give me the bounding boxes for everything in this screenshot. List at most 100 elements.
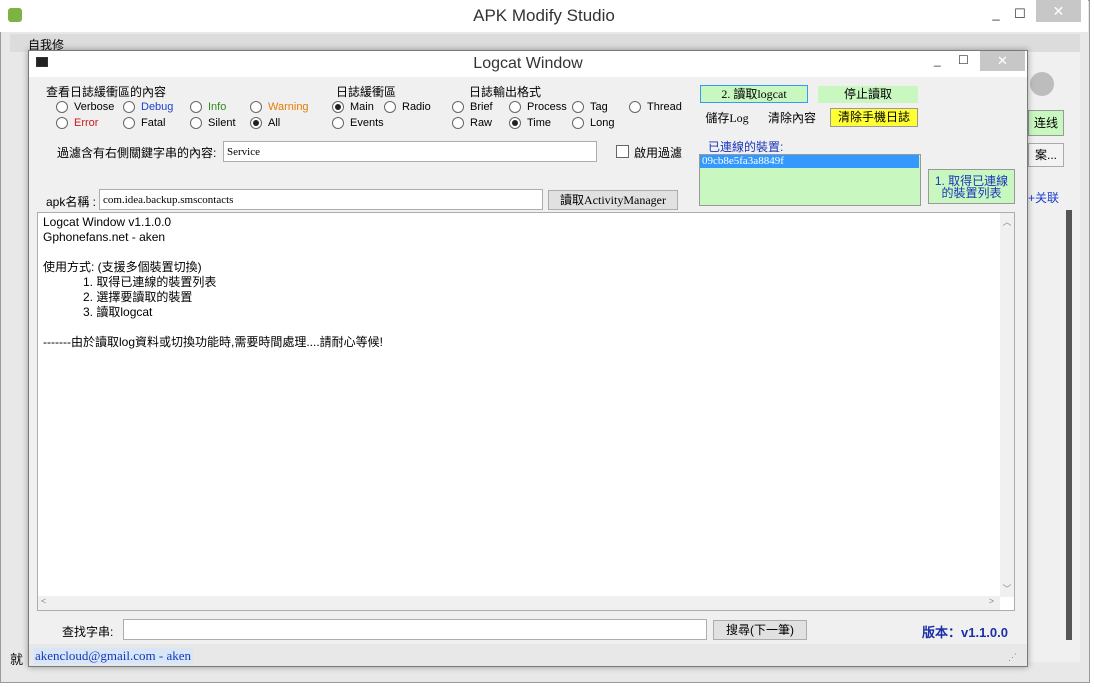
format-group-title: 日誌輸出格式 <box>469 85 542 99</box>
log-line: 1. 取得已連線的裝置列表 <box>43 275 217 289</box>
radio-button-icon[interactable] <box>629 101 641 114</box>
log-line: 2. 選擇要讀取的裝置 <box>43 290 193 304</box>
log-horizontal-scrollbar[interactable]: < > <box>38 596 1000 610</box>
stop-read-button[interactable]: 停止讀取 <box>818 86 918 103</box>
radio-button-icon[interactable] <box>509 101 521 114</box>
log-line: Logcat Window v1.1.0.0 <box>43 215 172 229</box>
fm-opts-option-process[interactable]: Process <box>509 101 567 114</box>
bc-opts-option-all[interactable]: All <box>250 117 281 130</box>
bc-opts-option-debug[interactable]: Debug <box>123 101 174 114</box>
radio-label: Main <box>350 101 374 114</box>
read-logcat-button[interactable]: 2. 讀取logcat <box>700 85 808 103</box>
radio-button-icon[interactable] <box>190 117 202 130</box>
outer-close-button[interactable]: ✕ <box>1036 0 1081 22</box>
bc-opts-option-fatal[interactable]: Fatal <box>123 117 165 130</box>
bf-opts-option-main[interactable]: Main <box>332 101 374 114</box>
scroll-up-arrow-icon[interactable]: ︿ <box>1000 215 1014 228</box>
radio-label: Error <box>74 117 99 130</box>
radio-button-icon[interactable] <box>452 117 464 130</box>
radio-label: All <box>268 117 281 130</box>
fm-opts-option-time[interactable]: Time <box>509 117 552 130</box>
radio-label: Time <box>527 117 552 130</box>
bc-opts-option-error[interactable]: Error <box>56 117 99 130</box>
buffer-group-title: 日誌緩衝區 <box>336 85 397 99</box>
refresh-icon[interactable] <box>1030 72 1054 96</box>
radio-label: Brief <box>470 101 493 114</box>
search-input[interactable] <box>123 619 707 640</box>
outer-minimize-button[interactable]: _ <box>988 6 1004 22</box>
bc-opts-option-warning[interactable]: Warning <box>250 101 309 114</box>
log-line: -------由於讀取log資料或切換功能時,需要時間處理....請耐心等候! <box>43 335 383 349</box>
radio-button-icon[interactable] <box>250 117 262 130</box>
log-output[interactable]: Logcat Window v1.1.0.0 Gphonefans.net - a… <box>37 212 1015 611</box>
filter-input[interactable] <box>223 141 597 162</box>
search-label: 查找字串: <box>62 625 114 639</box>
bf-opts-option-events[interactable]: Events <box>332 117 384 130</box>
bf-opts-option-radio[interactable]: Radio <box>384 101 431 114</box>
radio-button-icon[interactable] <box>509 117 521 130</box>
fm-opts-option-tag[interactable]: Tag <box>572 101 608 114</box>
radio-label: Warning <box>268 101 309 114</box>
radio-button-icon[interactable] <box>56 117 68 130</box>
radio-button-icon[interactable] <box>123 101 135 114</box>
resize-grip-icon[interactable]: ⋰ <box>1008 652 1017 663</box>
radio-button-icon[interactable] <box>332 117 344 130</box>
radio-button-icon[interactable] <box>384 101 396 114</box>
radio-button-icon[interactable] <box>123 117 135 130</box>
radio-label: Info <box>208 101 227 114</box>
radio-label: Verbose <box>74 101 115 114</box>
radio-label: Process <box>527 101 567 114</box>
logcat-minimize-button[interactable]: _ <box>934 53 941 67</box>
radio-button-icon[interactable] <box>250 101 262 114</box>
outer-status-text: 就 <box>10 652 24 667</box>
filter-enable-label: 啟用過濾 <box>634 146 683 160</box>
bc-opts-option-info[interactable]: Info <box>190 101 227 114</box>
fm-opts-option-thread[interactable]: Thread <box>629 101 682 114</box>
apk-name-label: apk名稱 : <box>46 195 97 209</box>
log-vertical-scrollbar[interactable]: ︿ ﹀ <box>1000 213 1014 597</box>
bc-opts-option-verbose[interactable]: Verbose <box>56 101 115 114</box>
radio-button-icon[interactable] <box>572 117 584 130</box>
browse-button[interactable]: 案... <box>1028 143 1064 167</box>
scroll-left-arrow-icon[interactable]: < <box>41 596 46 606</box>
get-devices-button[interactable]: 1. 取得已連線 的裝置列表 <box>928 169 1015 204</box>
read-activitymanager-button[interactable]: 讀取ActivityManager <box>548 190 678 210</box>
radio-label: Silent <box>208 117 236 130</box>
bc-opts-option-silent[interactable]: Silent <box>190 117 236 130</box>
logcat-close-button[interactable]: ✕ <box>980 51 1025 71</box>
apk-name-input[interactable] <box>99 189 543 210</box>
clear-content-button[interactable]: 清除內容 <box>762 109 822 127</box>
clear-phone-log-button[interactable]: 清除手機日誌 <box>830 108 918 127</box>
save-log-button[interactable]: 儲存Log <box>701 109 753 127</box>
radio-button-icon[interactable] <box>332 101 344 114</box>
buffer-content-group-title: 查看日誌緩衝區的內容 <box>46 85 167 99</box>
radio-label: Long <box>590 117 615 130</box>
fm-opts-option-long[interactable]: Long <box>572 117 615 130</box>
radio-label: Debug <box>141 101 174 114</box>
scroll-right-arrow-icon[interactable]: > <box>989 596 994 606</box>
radio-button-icon[interactable] <box>572 101 584 114</box>
associate-link[interactable]: +关联 <box>1028 189 1059 206</box>
filter-enable-checkbox[interactable] <box>616 145 629 158</box>
scroll-down-arrow-icon[interactable]: ﹀ <box>1000 582 1014 595</box>
radio-button-icon[interactable] <box>190 101 202 114</box>
version-label: 版本：v1.1.0.0 <box>922 625 1008 640</box>
filter-label: 過濾含有右側關鍵字串的內容: <box>57 146 217 160</box>
search-next-button[interactable]: 搜尋(下一筆) <box>713 620 807 640</box>
outer-scrollbar[interactable] <box>1066 210 1072 640</box>
radio-button-icon[interactable] <box>452 101 464 114</box>
fm-opts-option-brief[interactable]: Brief <box>452 101 493 114</box>
log-line: 3. 讀取logcat <box>43 305 153 319</box>
outer-window-title: APK Modify Studio <box>473 6 615 25</box>
device-list-item[interactable]: 09cb8e5fa3a8849f <box>700 155 919 168</box>
radio-button-icon[interactable] <box>56 101 68 114</box>
radio-label: Tag <box>590 101 608 114</box>
logcat-maximize-button[interactable]: ☐ <box>958 53 969 67</box>
outer-maximize-button[interactable]: ☐ <box>1012 6 1028 22</box>
connect-button[interactable]: 连线 <box>1028 110 1064 136</box>
radio-label: Thread <box>647 101 682 114</box>
status-email: akencloud@gmail.com - aken <box>33 648 193 664</box>
fm-opts-option-raw[interactable]: Raw <box>452 117 492 130</box>
